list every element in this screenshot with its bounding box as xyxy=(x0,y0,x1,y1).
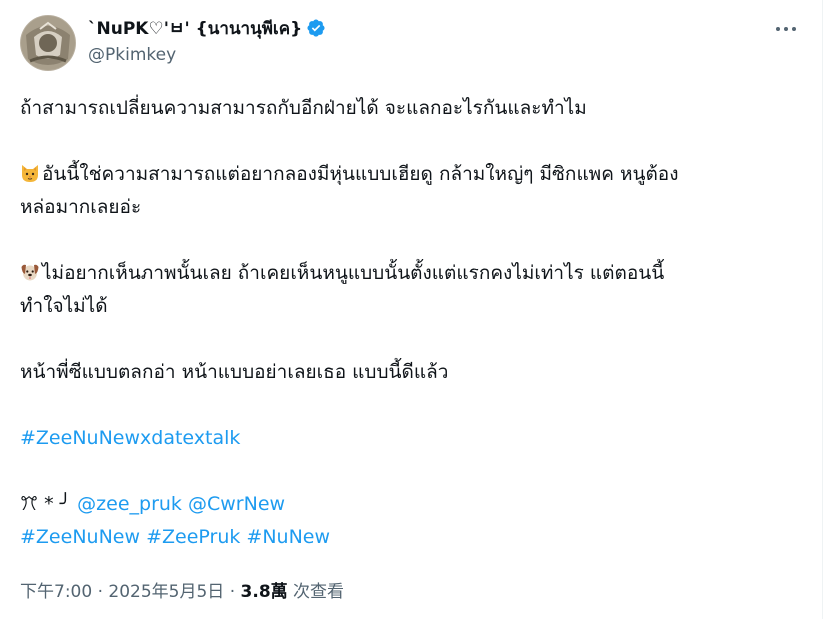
avatar-image xyxy=(20,15,76,71)
author-block: `NuPK♡'ㅂ' {นานานุพีเค} @Pkimkey xyxy=(88,16,326,65)
hashtag-link-zeenunew[interactable]: #ZeeNuNew xyxy=(20,526,140,548)
cat-face-icon xyxy=(20,161,40,182)
meta-separator: · xyxy=(92,582,109,602)
tweet-line-question: ถ้าสามารถเปลี่ยนความสามารถกับอีกฝ่ายได้ … xyxy=(20,97,587,119)
hashtag-main-line: #ZeeNuNewxdatextalk xyxy=(20,422,805,455)
hashtags-line: #ZeeNuNew #ZeePruk #NuNew xyxy=(20,521,805,554)
more-options-icon[interactable] xyxy=(768,18,804,40)
tweet-line-dog-cont: ทำใจไม่ได้ xyxy=(20,295,108,317)
tweet-line-face: หน้าพี่ซีแบบตลกอ่า หน้าแบบอย่าเลยเธอ แบบ… xyxy=(20,361,449,383)
tweet-detail: `NuPK♡'ㅂ' {นานานุพีเค} @Pkimkey ถ้าสามาร… xyxy=(0,0,823,619)
hashtag-link-nunew[interactable]: #NuNew xyxy=(246,526,330,548)
author-display-name[interactable]: `NuPK♡'ㅂ' {นานานุพีเค} xyxy=(88,14,302,42)
views-label: 次查看 xyxy=(287,582,345,602)
tweet-date[interactable]: 2025年5月5日 xyxy=(108,582,224,602)
author-handle[interactable]: @Pkimkey xyxy=(88,45,326,65)
tweet-text: ถ้าสามารถเปลี่ยนความสามารถกับอีกฝ่ายได้ … xyxy=(20,92,805,554)
tweet-line-cat-text: อันนี้ใช่ความสามารถแต่อยากลองมีหุ่นแบบเฮ… xyxy=(42,163,679,185)
mention-link-cwrnew[interactable]: @CwrNew xyxy=(188,493,285,515)
mention-link-zee-pruk[interactable]: @zee_pruk xyxy=(77,493,182,515)
mentions-line: ꔫ * ╯ @zee_pruk @CwrNew xyxy=(20,488,805,521)
hashtag-link-main[interactable]: #ZeeNuNewxdatextalk xyxy=(20,427,240,449)
tweet-time[interactable]: 下午7:00 xyxy=(20,582,92,602)
dog-face-icon xyxy=(20,260,40,281)
avatar[interactable] xyxy=(20,15,76,71)
tweet-line-dog: ไม่อยากเห็นภาพนั้นเลย ถ้าเคยเห็นหนูแบบนั… xyxy=(20,257,805,290)
views-count: 3.8萬 xyxy=(240,582,288,602)
verified-badge-icon[interactable] xyxy=(306,18,326,38)
tweet-line-cat: อันนี้ใช่ความสามารถแต่อยากลองมีหุ่นแบบเฮ… xyxy=(20,158,805,191)
kaomoji: ꔫ * ╯ xyxy=(20,493,72,515)
tweet-line-dog-text: ไม่อยากเห็นภาพนั้นเลย ถ้าเคยเห็นหนูแบบนั… xyxy=(42,262,665,284)
tweet-meta: 下午7:00 · 2025年5月5日 · 3.8萬 次查看 xyxy=(20,577,344,602)
hashtag-link-zeepruk[interactable]: #ZeePruk xyxy=(146,526,240,548)
meta-separator-2: · xyxy=(224,582,241,602)
tweet-line-cat-cont: หล่อมากเลยอ่ะ xyxy=(20,196,142,218)
